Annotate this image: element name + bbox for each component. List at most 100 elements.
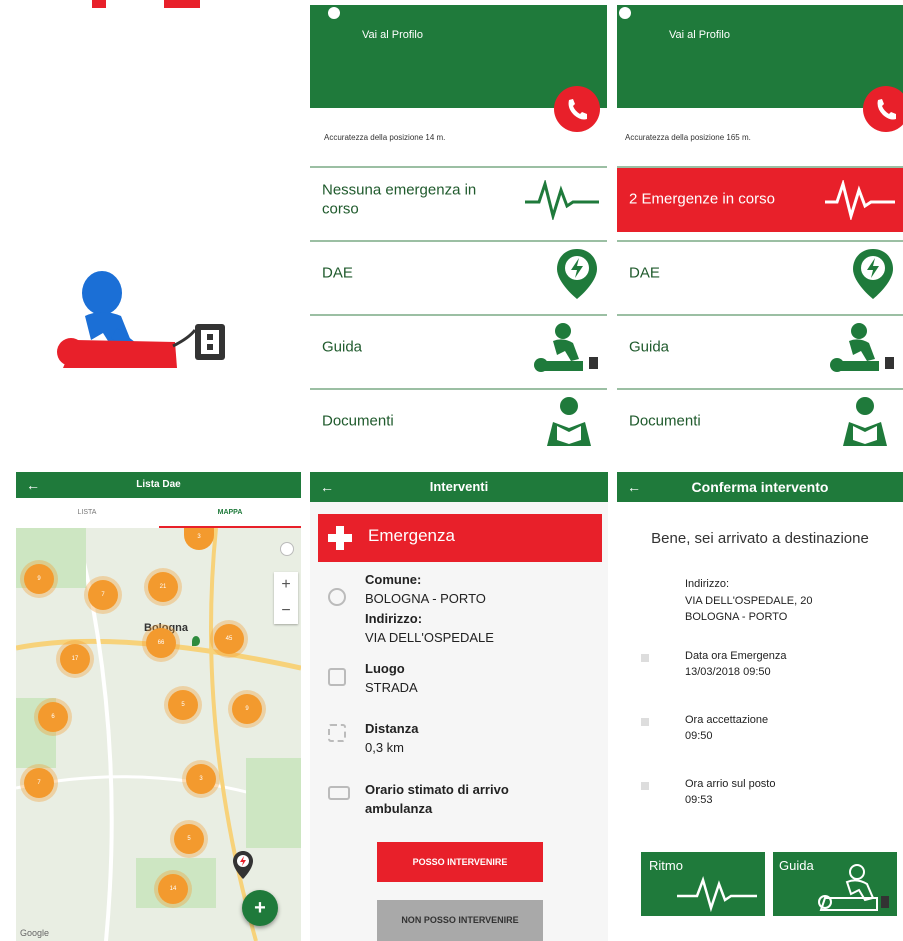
tab-lista[interactable]: LISTA [16,498,158,528]
row-guida[interactable]: Guida [617,314,903,380]
cluster-marker[interactable]: 9 [24,564,54,594]
row-documenti[interactable]: Documenti [617,388,903,454]
emergency-title: Emergenza [368,526,455,545]
ambulance-icon [328,786,350,800]
app-bar: ← Interventi [310,472,608,502]
zoom-in-button[interactable]: + [274,572,298,598]
profile-icon [619,7,631,19]
distance-icon [328,724,346,742]
map-area[interactable]: Bologna 9 7 21 66 45 17 6 5 9 7 3 5 3 14… [16,528,301,941]
indirizzo-label: Indirizzo: [365,611,423,626]
reading-person-icon [843,397,887,446]
row-label: DAE [322,264,353,282]
profile-link[interactable]: Vai al Profilo [362,29,423,41]
comune-value: BOLOGNA - PORTO [365,591,486,606]
ritmo-button[interactable]: Ritmo [641,852,765,916]
cluster-marker[interactable]: 21 [148,572,178,602]
back-arrow-icon[interactable]: ← [26,472,40,498]
page-title: Lista Dae [136,479,181,490]
row-emergency-status[interactable]: Nessuna emergenza in corso [310,166,607,232]
add-fab[interactable]: + [242,890,278,926]
cpr-guide-icon [534,323,598,372]
heartbeat-icon [525,180,599,220]
row-dae[interactable]: DAE [617,240,903,306]
conferma-screen: ← Conferma intervento Bene, sei arrivato… [617,472,903,941]
location-pin-outline-icon [328,588,346,606]
aed-marker-icon[interactable] [232,850,254,880]
indirizzo-value: VIA DELL'OSPEDALE [365,630,494,645]
app-bar: ← Conferma intervento [617,472,903,502]
cluster-marker[interactable]: 5 [174,824,204,854]
cpr-guide-icon [818,864,889,911]
clock-icon [641,782,649,790]
row-emergency-status[interactable]: 2 Emergenze in corso [617,166,903,232]
clock-icon [641,718,649,726]
cluster-marker[interactable]: 7 [88,580,118,610]
zoom-control: + − [274,572,298,624]
cluster-marker[interactable]: 45 [214,624,244,654]
cluster-marker[interactable]: 17 [60,644,90,674]
luogo-label: Luogo [365,661,405,676]
row-label: 2 Emergenze in corso [629,190,775,208]
cluster-marker[interactable]: 66 [146,628,176,658]
indirizzo-line2: BOLOGNA - PORTO [685,611,788,623]
back-arrow-icon[interactable]: ← [627,472,641,502]
tab-mappa[interactable]: MAPPA [159,498,301,528]
row-dae[interactable]: DAE [310,240,607,306]
arrivo-value: 09:53 [685,794,713,806]
page-title: Conferma intervento [691,479,829,495]
row-label: Guida [322,338,363,356]
row-label: Documenti [629,412,701,430]
aed-location-pin-icon [557,249,597,299]
cannot-intervene-button[interactable]: NON POSSO INTERVENIRE [377,900,543,941]
page-title: Interventi [429,479,489,494]
cpr-illustration-panel [0,0,305,465]
cluster-marker[interactable]: 14 [158,874,188,904]
phone-call-button[interactable] [863,86,903,132]
google-logo: Google [20,928,50,938]
zoom-out-button[interactable]: − [274,598,298,624]
place-icon [328,668,346,686]
comune-label: Comune: [365,572,422,587]
indirizzo-label: Indirizzo: [685,578,730,590]
cluster-marker[interactable]: 3 [186,764,216,794]
cpr-aed-icon [57,271,225,368]
row-label: Documenti [322,412,394,430]
phone-icon [877,99,896,120]
arrival-heading: Bene, sei arrivato a destinazione [651,530,869,547]
heartbeat-icon [677,876,757,912]
aed-map-screen: ← Lista Dae LISTA MAPPA Bologna 9 7 21 6… [16,472,301,941]
home-screen-emergencies: Vai al Profilo Accuratezza della posizio… [617,0,903,465]
cpr-guide-icon [830,323,894,372]
phone-icon [568,99,587,120]
guida-button[interactable]: Guida [773,852,897,916]
aed-location-pin-icon [853,249,893,299]
back-arrow-icon[interactable]: ← [320,472,334,502]
luogo-value: STRADA [365,680,418,695]
locate-me-icon[interactable] [280,542,294,556]
cluster-marker[interactable]: 6 [38,702,68,732]
accettazione-label: Ora accettazione [685,714,769,726]
row-documenti[interactable]: Documenti [310,388,607,454]
arrivo-label: Ora arrio sul posto [685,778,776,790]
interventi-screen: ← Interventi Emergenza Comune: BOLOGNA -… [310,472,608,941]
position-accuracy: Accuratezza della posizione 14 m. [324,133,446,142]
profile-header[interactable]: Vai al Profilo [617,5,903,108]
phone-call-button[interactable] [554,86,600,132]
calendar-icon [641,654,649,662]
medical-cross-icon [328,526,352,550]
row-label: Guida [629,338,670,356]
cluster-marker[interactable]: 7 [24,768,54,798]
can-intervene-button[interactable]: POSSO INTERVENIRE [377,842,543,882]
home-screen-no-emergency: Vai al Profilo Accuratezza della posizio… [310,0,607,465]
orario-label: Orario stimato di arrivo ambulanza [365,782,509,816]
distanza-value: 0,3 km [365,740,405,755]
tab-bar: LISTA MAPPA [16,498,301,528]
cluster-marker[interactable]: 5 [168,690,198,720]
accettazione-value: 09:50 [685,730,713,742]
row-guida[interactable]: Guida [310,314,607,380]
profile-icon [328,7,340,19]
profile-link[interactable]: Vai al Profilo [669,29,730,41]
cluster-marker[interactable]: 9 [232,694,262,724]
row-label: DAE [629,264,660,282]
